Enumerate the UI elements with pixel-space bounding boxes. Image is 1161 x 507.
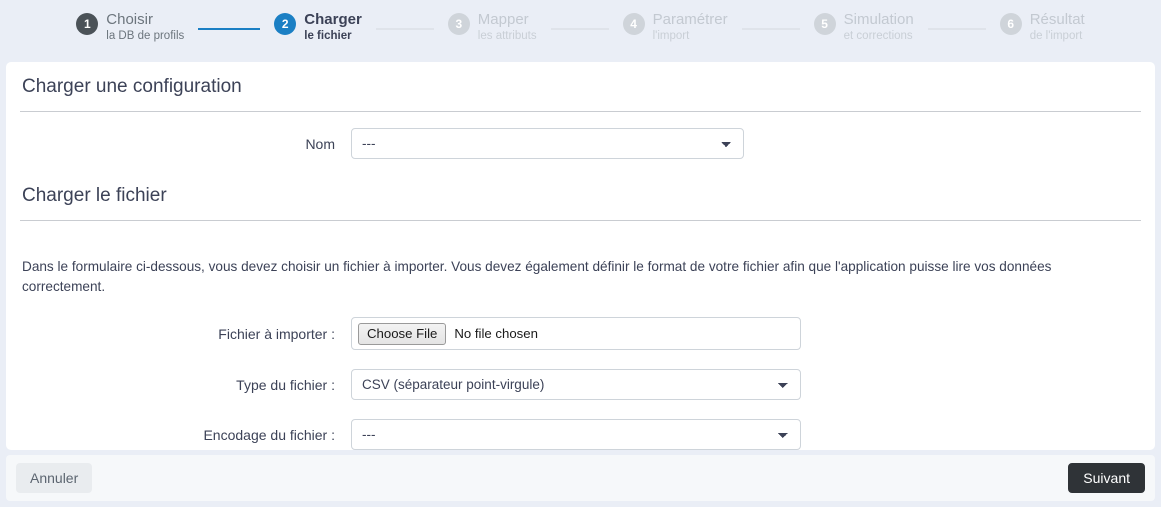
file-type-label: Type du fichier : bbox=[236, 376, 335, 393]
stepper-step-3: 3 Mapper les attributs bbox=[447, 11, 537, 43]
step-title: Mapper bbox=[477, 11, 529, 29]
stepper-step-1[interactable]: 1 Choisir la DB de profils bbox=[76, 11, 184, 43]
step-number-badge: 1 bbox=[76, 13, 99, 36]
form-action-bar: Annuler Suivant bbox=[6, 455, 1155, 501]
step-subtitle: l'import bbox=[652, 30, 690, 43]
file-encoding-row: Encodage du fichier : --- bbox=[6, 419, 1155, 450]
step-number-badge: 4 bbox=[622, 13, 645, 36]
step-number-badge: 2 bbox=[274, 13, 297, 36]
stepper-connector-2-3 bbox=[375, 27, 434, 30]
step-title: Résultat bbox=[1029, 11, 1085, 29]
step-title: Paramétrer bbox=[652, 11, 728, 29]
step-title: Choisir bbox=[106, 11, 153, 29]
step-text: Paramétrer l'import bbox=[653, 11, 728, 43]
choose-file-button[interactable]: Choose File bbox=[358, 322, 447, 346]
file-chosen-status: No file chosen bbox=[454, 326, 538, 342]
step-subtitle: le fichier bbox=[304, 30, 352, 43]
import-stepper: 1 Choisir la DB de profils 2 Charger le … bbox=[0, 0, 1161, 55]
stepper-connector-1-2 bbox=[198, 27, 261, 30]
step-number-badge: 6 bbox=[999, 13, 1022, 36]
step-subtitle: de l'import bbox=[1029, 30, 1083, 43]
step-subtitle: la DB de profils bbox=[106, 30, 185, 43]
step-text: Simulation et corrections bbox=[844, 11, 914, 43]
section-divider bbox=[20, 220, 1141, 221]
import-card: Charger une configuration Nom --- Charge… bbox=[6, 62, 1155, 450]
load-file-title: Charger le fichier bbox=[22, 185, 167, 206]
stepper-step-6: 6 Résultat de l'import bbox=[999, 11, 1085, 43]
stepper-connector-4-5 bbox=[741, 27, 800, 30]
step-text: Charger le fichier bbox=[304, 11, 362, 43]
file-encoding-select[interactable]: --- bbox=[351, 419, 801, 450]
cancel-button[interactable]: Annuler bbox=[16, 463, 93, 493]
configuration-name-label: Nom bbox=[305, 135, 335, 152]
step-number-badge: 3 bbox=[447, 13, 470, 36]
file-input[interactable]: Choose File No file chosen bbox=[351, 317, 801, 351]
file-encoding-label: Encodage du fichier : bbox=[203, 426, 335, 443]
file-upload-row: Fichier à importer : Choose File No file… bbox=[6, 317, 1155, 351]
stepper-step-4: 4 Paramétrer l'import bbox=[622, 11, 728, 43]
step-text: Choisir la DB de profils bbox=[106, 11, 184, 43]
stepper-connector-3-4 bbox=[550, 27, 609, 30]
step-number-badge: 5 bbox=[813, 13, 836, 36]
configuration-name-select[interactable]: --- bbox=[351, 128, 744, 159]
section-divider bbox=[20, 111, 1141, 112]
file-type-select[interactable]: CSV (séparateur point-virgule) bbox=[351, 369, 801, 401]
stepper-step-5: 5 Simulation et corrections bbox=[813, 11, 914, 43]
step-subtitle: et corrections bbox=[843, 30, 913, 43]
step-title: Charger bbox=[304, 11, 362, 29]
load-configuration-title: Charger une configuration bbox=[22, 76, 242, 97]
stepper-step-2[interactable]: 2 Charger le fichier bbox=[274, 11, 362, 43]
file-type-row: Type du fichier : CSV (séparateur point-… bbox=[6, 369, 1155, 401]
step-subtitle: les attributs bbox=[477, 30, 537, 43]
file-upload-label: Fichier à importer : bbox=[218, 325, 335, 342]
next-button[interactable]: Suivant bbox=[1068, 463, 1145, 493]
file-section-intro: Dans le formulaire ci-dessous, vous deve… bbox=[22, 258, 1052, 294]
step-text: Mapper les attributs bbox=[478, 11, 537, 43]
step-title: Simulation bbox=[843, 11, 914, 29]
configuration-name-row: Nom --- bbox=[6, 128, 1155, 159]
stepper-connector-5-6 bbox=[927, 27, 986, 30]
step-text: Résultat de l'import bbox=[1030, 11, 1085, 43]
